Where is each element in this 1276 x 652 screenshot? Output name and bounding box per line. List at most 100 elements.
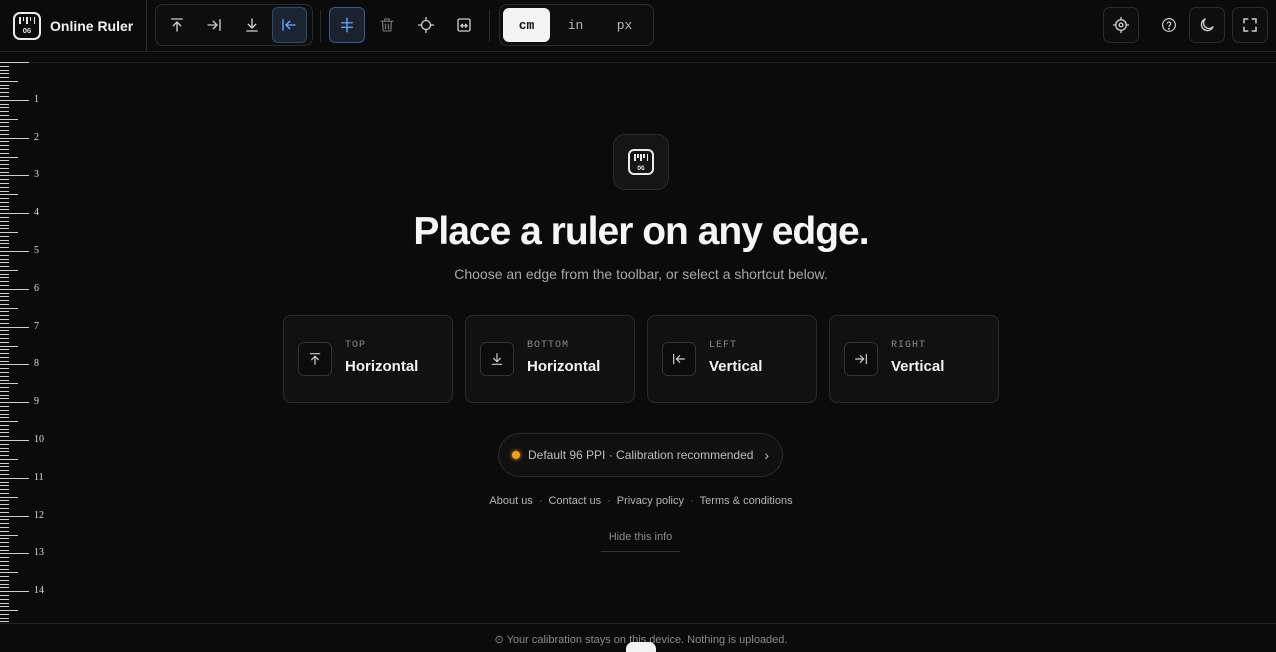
ruler-tick	[0, 508, 9, 510]
ruler-tick	[0, 205, 9, 207]
ruler-tick	[0, 77, 9, 79]
ruler-tick	[0, 443, 9, 445]
shortcut-edge-label: LEFT	[709, 340, 738, 351]
ruler-tick	[0, 398, 9, 400]
ruler-tick	[0, 160, 9, 162]
contact-link[interactable]: Contact us	[548, 495, 601, 507]
fullscreen-icon	[1243, 18, 1257, 32]
ruler-tick	[0, 421, 18, 423]
ruler-tick	[0, 572, 18, 574]
ruler-tick	[0, 164, 9, 166]
bottom-edge-button[interactable]	[234, 7, 270, 43]
shortcut-top-card[interactable]: TOP Horizontal	[283, 315, 453, 403]
crosshair-button[interactable]	[408, 7, 444, 43]
ruler-tick	[0, 387, 9, 389]
help-button[interactable]	[1151, 7, 1187, 43]
ruler-tick	[0, 137, 29, 139]
ruler-label: 14	[34, 585, 44, 597]
ruler-tick	[0, 481, 9, 483]
unit-toggle: cm in px	[499, 4, 654, 46]
arrow-down-to-line-icon	[480, 342, 514, 376]
calibrate-button[interactable]	[1103, 7, 1139, 43]
unit-in-button[interactable]: in	[552, 8, 599, 42]
ruler-tick	[0, 179, 9, 181]
vertical-ruler[interactable]: 1 2 3 4 5 6 7 8 9 10 11 12 13 14	[0, 52, 50, 623]
ruler-label: 9	[34, 396, 39, 408]
ruler-tick	[0, 84, 9, 86]
ruler-tick	[0, 553, 29, 555]
ruler-tick	[0, 360, 9, 362]
ruler-label: 8	[34, 358, 39, 370]
ruler-tick	[0, 602, 9, 604]
privacy-link[interactable]: Privacy policy	[617, 495, 684, 507]
shortcut-orientation-label: Vertical	[891, 358, 945, 375]
ruler-tick	[0, 458, 18, 460]
ruler-tick	[0, 530, 9, 532]
ruler-label: 2	[34, 131, 39, 143]
ruler-tick	[0, 145, 9, 147]
ruler-tick	[0, 171, 9, 173]
ruler-tick	[0, 428, 9, 430]
terms-link[interactable]: Terms & conditions	[700, 495, 793, 507]
ruler-tick	[0, 262, 9, 264]
about-link[interactable]: About us	[489, 495, 532, 507]
ruler-tick	[0, 474, 9, 476]
ruler-tick	[0, 341, 9, 343]
ruler-tick	[0, 519, 9, 521]
unit-cm-button[interactable]: cm	[503, 8, 550, 42]
theme-toggle-button[interactable]	[1189, 7, 1225, 43]
arrow-up-to-line-icon	[170, 18, 183, 32]
ruler-tick	[0, 371, 9, 373]
ruler-tick	[0, 470, 9, 472]
ruler-tick	[0, 126, 9, 128]
drawer-handle[interactable]	[626, 642, 656, 652]
ruler-tick	[0, 523, 9, 525]
ruler-tick	[0, 99, 29, 101]
fullscreen-button[interactable]	[1232, 7, 1268, 43]
brand[interactable]: OG Online Ruler	[0, 0, 147, 52]
shortcut-edge-label: RIGHT	[891, 340, 927, 351]
ruler-tick	[0, 440, 29, 441]
ruler-tick	[0, 326, 29, 328]
ruler-tick	[0, 322, 9, 324]
hide-info-button[interactable]: Hide this info	[601, 531, 680, 552]
ruler-tick	[0, 451, 9, 453]
ruler-logo-icon: OG	[13, 11, 41, 40]
ruler-tick	[0, 576, 9, 578]
ruler-tick	[0, 319, 9, 321]
top-edge-button[interactable]	[159, 7, 195, 43]
ruler-tick	[0, 330, 9, 332]
ruler-label: 3	[34, 169, 39, 181]
ruler-tick	[0, 542, 9, 544]
ruler-tick	[0, 88, 9, 90]
arrow-right-to-line-icon	[844, 342, 878, 376]
ruler-tick	[0, 152, 9, 154]
ruler-tick	[0, 557, 9, 559]
ruler-tick	[0, 413, 9, 415]
split-vertical-icon	[341, 17, 353, 33]
ruler-tick	[0, 492, 9, 494]
measure-button[interactable]	[446, 7, 482, 43]
page-subtitle: Choose an edge from the toolbar, or sele…	[454, 266, 828, 282]
arrow-up-to-line-icon	[298, 342, 332, 376]
ruler-tick	[0, 436, 9, 438]
ruler-tick	[0, 114, 9, 116]
ruler-tick	[0, 300, 9, 302]
ruler-label: 6	[34, 282, 39, 294]
shortcut-left-card[interactable]: LEFT Vertical	[647, 315, 817, 403]
ruler-tick	[0, 587, 9, 589]
ruler-tick	[0, 156, 18, 158]
unit-px-button[interactable]: px	[601, 8, 648, 42]
ruler-tick	[0, 182, 9, 184]
calibration-status-pill[interactable]: Default 96 PPI · Calibration recommended…	[498, 433, 783, 477]
ruler-tick	[0, 455, 9, 457]
chevron-right-icon: ›	[764, 447, 769, 463]
guide-button[interactable]	[329, 7, 365, 43]
ruler-tick	[0, 254, 9, 256]
shortcut-bottom-card[interactable]: BOTTOM Horizontal	[465, 315, 635, 403]
ruler-tick	[0, 564, 9, 566]
delete-button[interactable]	[369, 7, 405, 43]
shortcut-right-card[interactable]: RIGHT Vertical	[829, 315, 999, 403]
left-edge-button[interactable]	[271, 7, 308, 43]
right-edge-button[interactable]	[197, 7, 233, 43]
